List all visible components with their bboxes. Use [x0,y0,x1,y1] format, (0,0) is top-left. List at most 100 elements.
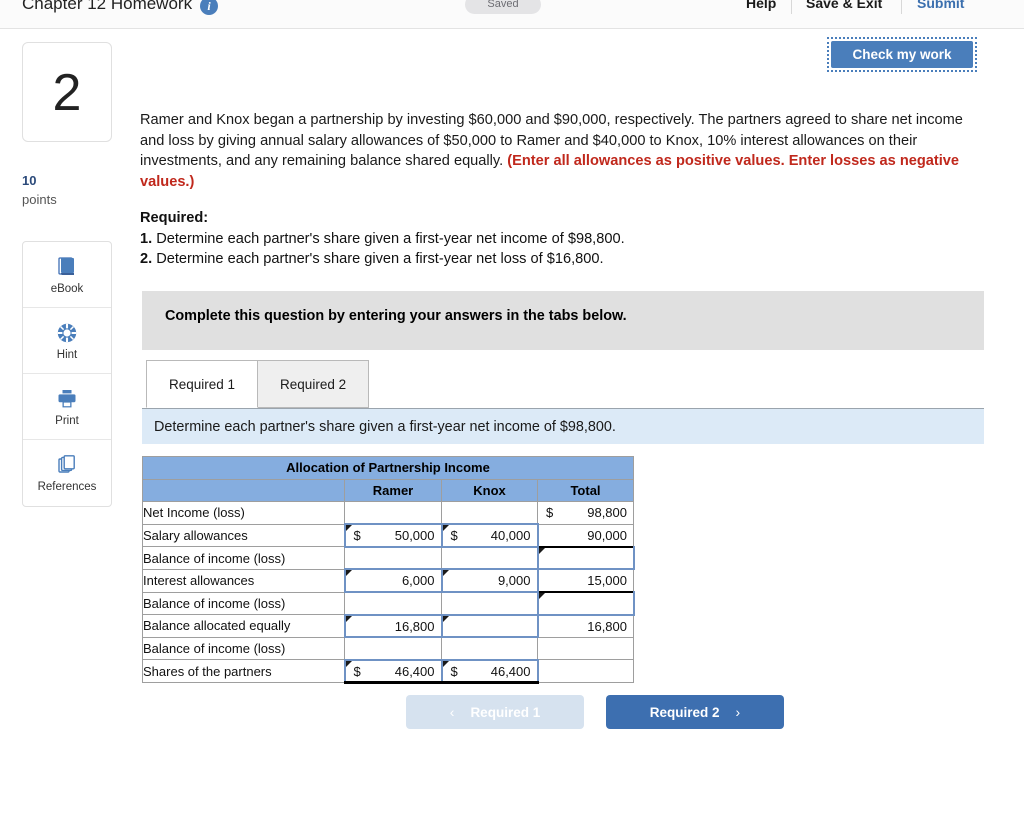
cell-knox [441,546,538,570]
tab-instruction-bar: Determine each partner's share given a f… [142,408,984,444]
cell-total: 90,000 [537,523,634,548]
row-label: Balance of income (loss) [142,546,345,570]
table-title: Allocation of Partnership Income [142,456,634,480]
input-cell-knox[interactable]: 9,000 [440,568,539,594]
input-cell-ramer[interactable]: $ 50,000 [343,523,443,548]
points-label: points [22,192,57,207]
row-label: Interest allowances [142,568,345,593]
tab-navigation: ‹ Required 1 Required 2 › [406,695,784,729]
amount: 90,000 [587,527,627,543]
row-label: Balance of income (loss) [142,591,345,616]
amount: 46,400 [490,663,531,679]
header-divider-1 [791,0,792,14]
tool-ebook[interactable]: eBook [23,242,111,308]
tool-label: Print [55,414,79,427]
amount: 46,400 [394,663,435,679]
pages-stack-icon [55,453,79,477]
input-cell-total[interactable] [536,591,635,616]
amount: 50,000 [394,528,435,544]
cell-ramer [344,636,442,661]
table-row: Balance of income (loss) [142,591,635,616]
tool-hint[interactable]: Hint [23,308,111,374]
required-heading: Required: [140,210,209,226]
prev-required-button[interactable]: ‹ Required 1 [406,695,584,729]
currency-symbol: $ [450,663,458,679]
cell-total: $ 98,800 [537,501,634,525]
status-badge: Saved [465,0,541,14]
currency-symbol: $ [546,505,554,521]
amount: 9,000 [497,573,531,589]
save-exit-link[interactable]: Save & Exit [806,0,882,11]
check-my-work-focus-ring: Check my work [827,37,977,72]
table-title-row: Allocation of Partnership Income [142,456,634,480]
tab-required-1[interactable]: Required 1 [146,360,259,408]
help-link[interactable]: Help [746,0,776,11]
table-row: Net Income (loss) $ 98,800 [142,501,634,525]
table-header-row: Ramer Knox Total [142,478,634,503]
column-header-total: Total [537,478,634,503]
tool-print[interactable]: Print [23,374,111,440]
tab-required-2[interactable]: Required 2 [258,360,370,408]
currency-symbol: $ [450,528,458,544]
cell-total [537,636,634,661]
page-title: Chapter 12 Homework [22,0,193,13]
instruction-panel-text: Complete this question by entering your … [165,308,627,324]
input-cell-knox[interactable]: $ 46,400 [440,658,539,684]
allocation-table: Allocation of Partnership Income Ramer K… [142,456,635,684]
column-header-knox: Knox [441,478,538,503]
input-cell-ramer[interactable]: $ 46,400 [343,658,443,684]
column-header-ramer: Ramer [344,478,442,503]
requirement-1: 1. Determine each partner's share given … [140,231,625,247]
row-label: Shares of the partners [142,659,345,683]
tab-instruction-text: Determine each partner's share given a f… [154,419,616,435]
amount: 6,000 [401,573,435,589]
amount: 98,800 [587,505,627,521]
tab-bar: Required 1 Required 2 [146,360,370,408]
requirement-1-text: Determine each partner's share given a f… [152,231,625,247]
tool-references[interactable]: References [23,440,111,506]
requirement-2-number: 2. [140,251,153,267]
table-row: Balance allocated equally 16,800 16,800 [142,613,634,639]
input-cell-ramer[interactable]: 6,000 [343,568,443,594]
currency-symbol: $ [353,528,361,544]
tool-label: eBook [50,282,84,295]
book-icon [55,255,79,279]
cell-knox [441,501,538,525]
row-label: Balance allocated equally [142,614,345,638]
next-required-button[interactable]: Required 2 › [606,695,784,729]
cell-total: 16,800 [537,614,634,638]
tool-label: References [37,481,97,493]
amount: 16,800 [587,618,627,634]
points-value: 10 [22,173,37,188]
prev-required-label: Required 1 [470,704,541,720]
tool-label: Hint [56,348,78,361]
cell-ramer [344,591,442,616]
submit-link[interactable]: Submit [917,0,964,11]
check-my-work-button[interactable]: Check my work [831,41,973,68]
chevron-right-icon: › [735,704,741,720]
row-label: Balance of income (loss) [142,636,345,661]
table-row: Shares of the partners $ 46,400 $ 46,400 [142,658,634,684]
amount: 15,000 [587,573,627,589]
currency-symbol: $ [353,663,361,679]
cell-knox [441,591,538,616]
row-label: Salary allowances [142,523,345,548]
table-row: Balance of income (loss) [142,545,635,571]
input-cell-knox[interactable]: $ 40,000 [440,523,539,548]
header-divider-2 [901,0,902,14]
row-label: Net Income (loss) [142,501,345,525]
tool-rail: eBook Hint Print References [22,241,112,507]
amount: 40,000 [490,528,531,544]
question-number-box: 2 [22,42,112,142]
problem-statement: Ramer and Knox began a partnership by in… [140,110,990,192]
input-cell-total[interactable] [536,545,635,571]
lifebuoy-icon [55,321,79,345]
question-number: 2 [52,64,82,122]
table-row: Interest allowances 6,000 9,000 15,000 [142,568,634,594]
input-cell-ramer[interactable]: 16,800 [343,613,443,639]
input-cell-knox[interactable] [440,613,539,639]
requirement-2-text: Determine each partner's share given a f… [152,251,604,267]
table-row: Balance of income (loss) [142,636,634,661]
cell-knox [441,636,538,661]
chevron-left-icon: ‹ [449,704,455,720]
